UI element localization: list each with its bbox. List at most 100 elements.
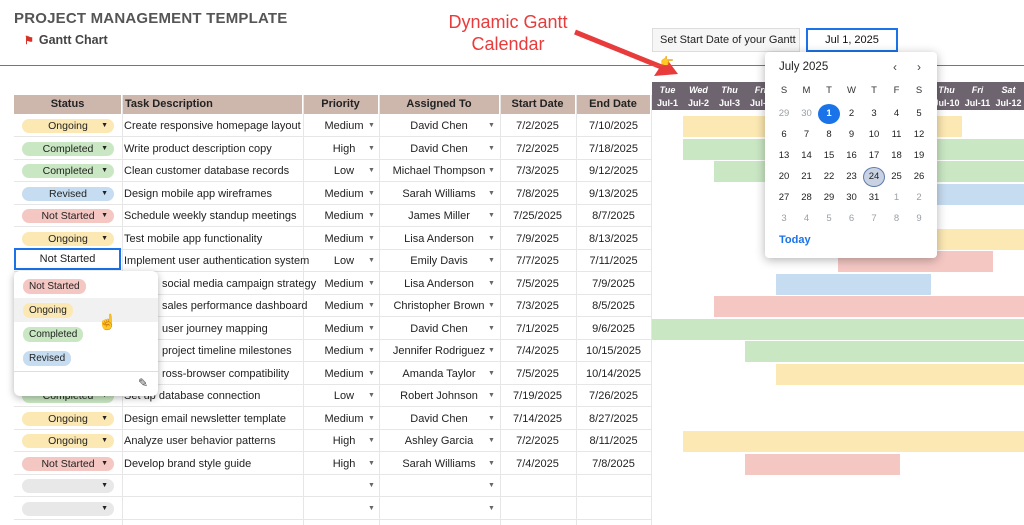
end-date-cell[interactable]: 8/7/2025 [576, 205, 651, 227]
assigned-to-cell[interactable]: David Chen [379, 408, 499, 430]
status-pill[interactable]: Completed ▼ [22, 164, 114, 178]
priority-dropdown-icon[interactable]: ▼ [368, 138, 375, 160]
start-date-cell[interactable]: 7/3/2025 [500, 295, 575, 317]
end-date-cell[interactable]: 10/14/2025 [576, 363, 651, 385]
dropdown-arrow-icon[interactable]: ▼ [101, 119, 108, 133]
calendar-day[interactable]: 10 [863, 125, 885, 145]
assigned-to-cell[interactable]: David Chen [379, 115, 499, 137]
calendar-day[interactable]: 17 [863, 146, 885, 166]
start-date-cell[interactable]: 7/8/2025 [500, 183, 575, 205]
assigned-to-cell[interactable]: Christopher Brown [379, 295, 499, 317]
calendar-day[interactable]: 21 [796, 167, 818, 187]
assigned-to-cell[interactable] [379, 475, 499, 497]
task-description-cell[interactable]: Implement user authentication system [124, 250, 312, 272]
calendar-day[interactable]: 31 [863, 188, 885, 208]
task-description-cell[interactable]: Design mobile app wireframes [124, 183, 312, 205]
calendar-day[interactable]: 19 [908, 146, 930, 166]
calendar-day[interactable]: 30 [841, 188, 863, 208]
priority-dropdown-icon[interactable]: ▼ [368, 273, 375, 295]
end-date-cell[interactable]: 8/27/2025 [576, 408, 651, 430]
dropdown-arrow-icon[interactable]: ▼ [101, 142, 108, 156]
task-description-cell[interactable]: Clean customer database records [124, 160, 312, 182]
start-date-input[interactable]: Jul 1, 2025 [806, 28, 898, 52]
end-date-cell[interactable]: 7/18/2025 [576, 138, 651, 160]
calendar-day[interactable]: 6 [841, 209, 863, 229]
start-date-cell[interactable] [500, 498, 575, 520]
start-date-cell[interactable]: 7/3/2025 [500, 160, 575, 182]
menu-option-ongoing[interactable]: Ongoing [14, 298, 158, 322]
start-date-cell[interactable]: 7/19/2025 [500, 385, 575, 407]
assignee-dropdown-icon[interactable]: ▼ [488, 340, 495, 362]
start-date-cell[interactable]: 7/2/2025 [500, 138, 575, 160]
start-date-cell[interactable]: 7/5/2025 [500, 273, 575, 295]
assignee-dropdown-icon[interactable]: ▼ [488, 228, 495, 250]
assignee-dropdown-icon[interactable]: ▼ [488, 115, 495, 137]
task-description-cell[interactable] [124, 498, 312, 520]
dropdown-arrow-icon[interactable]: ▼ [101, 187, 108, 201]
priority-dropdown-icon[interactable]: ▼ [368, 340, 375, 362]
calendar-day[interactable]: 25 [886, 167, 908, 187]
calendar-day[interactable]: 22 [818, 167, 840, 187]
calendar-day[interactable]: 12 [908, 125, 930, 145]
calendar-day[interactable]: 23 [841, 167, 863, 187]
end-date-cell[interactable] [576, 475, 651, 497]
end-date-cell[interactable]: 7/8/2025 [576, 453, 651, 475]
assigned-to-cell[interactable]: Lisa Anderson [379, 228, 499, 250]
status-pill[interactable]: ▼ [22, 501, 114, 516]
priority-dropdown-icon[interactable]: ▼ [368, 430, 375, 452]
start-date-cell[interactable]: 7/2/2025 [500, 115, 575, 137]
calendar-day[interactable]: 1 [818, 104, 840, 124]
calendar-day[interactable]: 2 [841, 104, 863, 124]
calendar-day[interactable]: 4 [796, 209, 818, 229]
start-date-cell[interactable]: 7/4/2025 [500, 453, 575, 475]
priority-dropdown-icon[interactable]: ▼ [368, 295, 375, 317]
end-date-cell[interactable]: 7/10/2025 [576, 115, 651, 137]
assignee-dropdown-icon[interactable]: ▼ [488, 138, 495, 160]
assignee-dropdown-icon[interactable]: ▼ [488, 205, 495, 227]
calendar-day[interactable]: 9 [908, 209, 930, 229]
priority-dropdown-icon[interactable]: ▼ [368, 363, 375, 385]
status-pill[interactable]: Not Started ▼ [22, 209, 114, 223]
assignee-dropdown-icon[interactable]: ▼ [488, 408, 495, 430]
priority-dropdown-icon[interactable]: ▼ [368, 228, 375, 250]
end-date-cell[interactable]: 9/12/2025 [576, 160, 651, 182]
priority-dropdown-icon[interactable]: ▼ [368, 498, 375, 520]
assigned-to-cell[interactable]: Emily Davis [379, 250, 499, 272]
calendar-day[interactable]: 2 [908, 188, 930, 208]
chevron-right-icon[interactable]: › [917, 60, 921, 74]
dropdown-arrow-icon[interactable]: ▼ [101, 457, 108, 471]
assignee-dropdown-icon[interactable]: ▼ [488, 498, 495, 520]
calendar-day[interactable]: 29 [773, 104, 795, 124]
calendar-day[interactable]: 11 [886, 125, 908, 145]
task-description-cell[interactable]: Design email newsletter template [124, 408, 312, 430]
calendar-day[interactable]: 7 [863, 209, 885, 229]
calendar-day[interactable]: 24 [863, 167, 885, 187]
assignee-dropdown-icon[interactable]: ▼ [488, 295, 495, 317]
assignee-dropdown-icon[interactable]: ▼ [488, 318, 495, 340]
end-date-cell[interactable]: 8/11/2025 [576, 430, 651, 452]
task-description-cell[interactable]: Write product description copy [124, 138, 312, 160]
start-date-cell[interactable]: 7/7/2025 [500, 250, 575, 272]
status-pill[interactable]: ▼ [22, 479, 114, 493]
assignee-dropdown-icon[interactable]: ▼ [488, 385, 495, 407]
col-header-start[interactable]: Start Date [500, 95, 576, 114]
priority-dropdown-icon[interactable]: ▼ [368, 160, 375, 182]
calendar-day[interactable]: 3 [863, 104, 885, 124]
status-edit-cell[interactable]: Not Started [14, 248, 121, 270]
assignee-dropdown-icon[interactable]: ▼ [488, 160, 495, 182]
dropdown-arrow-icon[interactable]: ▼ [101, 164, 108, 178]
calendar-day[interactable]: 27 [773, 188, 795, 208]
status-pill[interactable]: Revised ▼ [22, 186, 114, 201]
assigned-to-cell[interactable]: Robert Johnson [379, 385, 499, 407]
calendar-day[interactable]: 20 [773, 167, 795, 187]
assignee-dropdown-icon[interactable]: ▼ [488, 475, 495, 497]
calendar-day[interactable]: 14 [796, 146, 818, 166]
dropdown-arrow-icon[interactable]: ▼ [101, 412, 108, 426]
status-pill[interactable]: Not Started ▼ [22, 456, 114, 471]
dropdown-arrow-icon[interactable]: ▼ [101, 232, 108, 246]
status-pill[interactable]: Ongoing ▼ [22, 411, 114, 426]
end-date-cell[interactable]: 9/6/2025 [576, 318, 651, 340]
priority-dropdown-icon[interactable]: ▼ [368, 318, 375, 340]
priority-dropdown-icon[interactable]: ▼ [368, 250, 375, 272]
priority-dropdown-icon[interactable]: ▼ [368, 183, 375, 205]
